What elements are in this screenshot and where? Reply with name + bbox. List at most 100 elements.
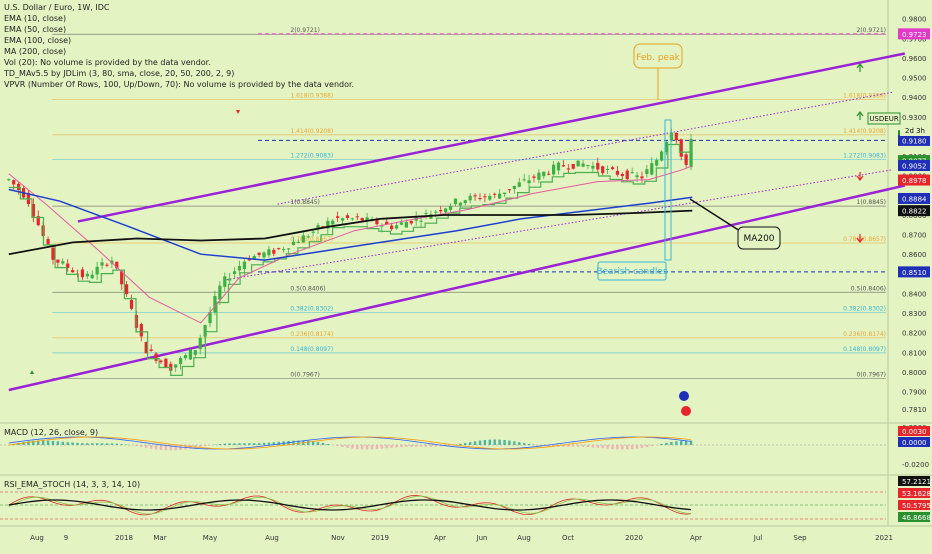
price-tick-label: 0.7810 xyxy=(902,406,927,414)
legend-line[interactable]: MA (200, close) xyxy=(4,46,354,57)
rsi-badge-label: 46.8668 xyxy=(902,514,931,522)
macd-histogram-bar xyxy=(76,443,78,445)
time-tick-label: Aug xyxy=(30,534,44,542)
candle-body xyxy=(223,276,226,286)
macd-histogram-bar xyxy=(410,445,412,447)
legend-line[interactable]: TD_MAv5.5 by JDLim (3, 80, sma, close, 2… xyxy=(4,68,354,79)
candle-body xyxy=(7,179,10,180)
legend-line[interactable]: EMA (100, close) xyxy=(4,35,354,46)
macd-histogram-bar xyxy=(631,445,633,449)
countdown-label: 2d 3h xyxy=(905,127,925,135)
candle-body xyxy=(91,275,94,279)
candle-body xyxy=(689,139,692,167)
candle-body xyxy=(258,253,261,255)
candle-body xyxy=(218,286,221,300)
fib-label: 1.272(0.9083) xyxy=(843,152,886,159)
legend-symbol[interactable]: U.S. Dollar / Euro, 1W, IDC xyxy=(4,2,354,13)
price-badge-label: 0.8822 xyxy=(902,208,927,216)
macd-histogram-bar xyxy=(459,444,461,445)
macd-histogram-bar xyxy=(135,445,137,446)
price-badge-label: 0.9180 xyxy=(902,137,927,145)
price-badge-label: 0.8978 xyxy=(902,177,927,185)
candle-body xyxy=(331,221,334,225)
fib-label: 1.272(0.9083) xyxy=(290,152,333,159)
candle-body xyxy=(100,262,103,265)
event-icon[interactable] xyxy=(681,406,691,416)
legend-line[interactable]: EMA (50, close) xyxy=(4,24,354,35)
candle-body xyxy=(434,212,437,213)
rsi-label[interactable]: RSI_EMA_STOCH (14, 3, 3, 14, 10) xyxy=(4,480,140,489)
price-tick-label: 0.8700 xyxy=(902,232,927,240)
macd-histogram-bar xyxy=(66,442,68,445)
legend-line[interactable]: EMA (10, close) xyxy=(4,13,354,24)
macd-histogram-bar xyxy=(376,445,378,449)
candle-body xyxy=(228,279,231,281)
macd-histogram-bar xyxy=(508,441,510,445)
candle-body xyxy=(498,194,501,199)
macd-histogram-bar xyxy=(606,445,608,449)
candle-body xyxy=(581,164,584,167)
fib-label: 2(0.9721) xyxy=(857,27,887,34)
candle-body xyxy=(262,253,265,258)
macd-histogram-bar xyxy=(106,443,108,445)
macd-histogram-bar xyxy=(646,445,648,447)
indicator-legend: U.S. Dollar / Euro, 1W, IDC EMA (10, clo… xyxy=(4,2,354,90)
legend-line[interactable]: VPVR (Number Of Rows, 100, Up/Down, 70):… xyxy=(4,79,354,90)
candle-body xyxy=(616,171,619,175)
macd-histogram-bar xyxy=(356,445,358,449)
rsi-badge-label: 53.1628 xyxy=(902,490,931,498)
macd-histogram-bar xyxy=(386,445,388,448)
macd-histogram-bar xyxy=(415,445,417,447)
macd-histogram-bar xyxy=(366,445,368,449)
candle-body xyxy=(626,171,629,179)
time-tick-label: 2020 xyxy=(625,534,643,542)
time-tick-label: Apr xyxy=(690,534,702,542)
candle-body xyxy=(488,196,491,200)
price-badge-label: 0.8884 xyxy=(902,195,927,203)
macd-histogram-bar xyxy=(479,441,481,445)
macd-histogram-bar xyxy=(322,443,324,445)
macd-histogram-bar xyxy=(174,445,176,450)
candle-body xyxy=(503,193,506,194)
macd-histogram-bar xyxy=(341,445,343,447)
rsi-badge-label: 57.2121 xyxy=(902,478,931,486)
candle-body xyxy=(577,161,580,167)
macd-histogram-bar xyxy=(150,445,152,449)
candle-body xyxy=(650,163,653,174)
candle-body xyxy=(655,160,658,166)
candle-body xyxy=(640,176,643,178)
fib-label: 1(0.8845) xyxy=(857,199,887,206)
rsi-badge-label: 50.5795 xyxy=(902,502,931,510)
macd-histogram-bar xyxy=(675,441,677,445)
candle-body xyxy=(395,225,398,228)
macd-histogram-bar xyxy=(361,445,363,449)
time-tick-label: Sep xyxy=(793,534,807,542)
candle-body xyxy=(660,152,663,161)
macd-histogram-bar xyxy=(626,445,628,449)
macd-label[interactable]: MACD (12, 26, close, 9) xyxy=(4,428,98,437)
candle-body xyxy=(159,361,162,362)
macd-histogram-bar xyxy=(258,443,260,445)
fib-label: 0.148(0.8097) xyxy=(290,346,333,353)
candle-body xyxy=(493,194,496,195)
candle-body xyxy=(449,206,452,210)
macd-histogram-bar xyxy=(219,444,221,445)
candle-body xyxy=(454,199,457,204)
fib-label: 0(0.7967) xyxy=(290,371,320,378)
legend-line[interactable]: Vol (20): No volume is provided by the d… xyxy=(4,57,354,68)
time-tick-label: Aug xyxy=(517,534,531,542)
macd-histogram-bar xyxy=(567,445,569,447)
candle-body xyxy=(685,154,688,165)
macd-histogram-bar xyxy=(489,440,491,445)
macd-histogram-bar xyxy=(71,443,73,445)
price-tick-label: 0.8300 xyxy=(902,310,927,318)
time-tick-label: Oct xyxy=(562,534,574,542)
candle-body xyxy=(238,266,241,270)
candle-body xyxy=(469,196,472,201)
macd-histogram-bar xyxy=(317,442,319,445)
macd-histogram-bar xyxy=(243,443,245,445)
candle-body xyxy=(601,166,604,173)
event-icon[interactable] xyxy=(679,391,689,401)
candle-body xyxy=(312,232,315,233)
bearish-label: Bearish candles xyxy=(596,267,668,277)
